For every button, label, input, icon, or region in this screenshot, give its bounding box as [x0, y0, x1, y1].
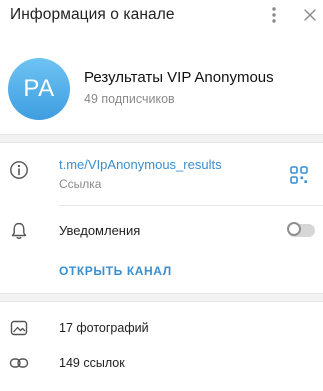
- toggle-knob: [287, 222, 301, 236]
- link-icon: [8, 352, 30, 374]
- row-separator: [59, 205, 323, 206]
- avatar[interactable]: PA: [8, 58, 70, 120]
- page-title: Информация о канале: [10, 6, 175, 23]
- notifications-label: Уведомления: [59, 223, 141, 238]
- channel-link[interactable]: t.me/VIpAnonymous_results: [59, 157, 222, 172]
- link-caption: Ссылка: [59, 177, 102, 191]
- info-icon: [8, 159, 30, 181]
- photos-count[interactable]: 17 фотографий: [59, 321, 149, 335]
- qr-code-icon: [290, 166, 308, 184]
- open-channel-button[interactable]: ОТКРЫТЬ КАНАЛ: [59, 264, 172, 278]
- more-vertical-icon: [272, 7, 276, 23]
- header: Информация о канале: [0, 0, 323, 36]
- more-button[interactable]: [264, 4, 284, 26]
- photo-icon: [8, 317, 30, 339]
- close-button[interactable]: [300, 4, 320, 26]
- bell-icon: [8, 220, 30, 242]
- qr-code-button[interactable]: [290, 166, 308, 184]
- section-divider: [0, 134, 323, 143]
- links-count[interactable]: 149 ссылок: [59, 356, 125, 370]
- section-divider: [0, 293, 323, 302]
- channel-name: Результаты VIP Anonymous: [84, 69, 274, 86]
- notifications-toggle[interactable]: [287, 222, 315, 237]
- close-icon: [304, 9, 316, 21]
- subscriber-count: 49 подписчиков: [84, 92, 175, 106]
- channel-profile: PA Результаты VIP Anonymous 49 подписчик…: [0, 36, 323, 134]
